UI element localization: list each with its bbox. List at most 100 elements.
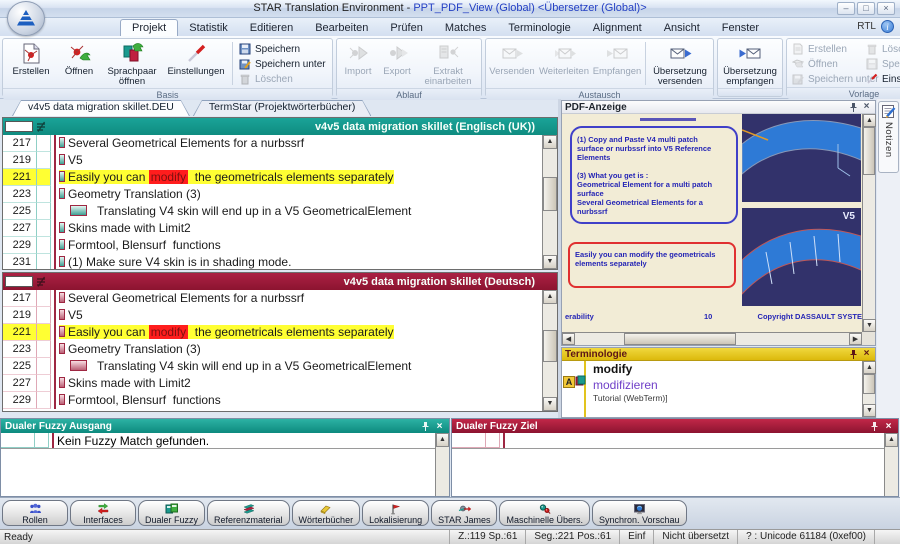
- scroll-thumb[interactable]: [863, 374, 875, 394]
- tab-matches[interactable]: Matches: [434, 20, 498, 36]
- source-rows[interactable]: 217 Several Geometrical Elements for a nu…: [3, 135, 542, 269]
- scroll-down-icon[interactable]: ▼: [543, 255, 557, 269]
- export-button[interactable]: Export: [377, 40, 417, 87]
- maschinelle-uebersetzung-button[interactable]: Maschinelle Übers.: [499, 500, 590, 526]
- sprachpaar-oeffnen-button[interactable]: Sprachpaar öffnen: [101, 40, 163, 87]
- import-button[interactable]: Import: [339, 40, 377, 87]
- pdf-horizontal-scrollbar[interactable]: ◀ ▶: [562, 332, 862, 345]
- scroll-down-icon[interactable]: ▼: [863, 404, 876, 417]
- uebersetzung-versenden-button[interactable]: Übersetzung versenden: [649, 40, 711, 87]
- segment-marker: [70, 360, 87, 371]
- tab-ansicht[interactable]: Ansicht: [653, 20, 711, 36]
- pin-icon[interactable]: [848, 102, 859, 113]
- source-term[interactable]: modify: [593, 362, 860, 376]
- tab-alignment[interactable]: Alignment: [582, 20, 653, 36]
- pin-icon[interactable]: [869, 421, 880, 432]
- scroll-right-icon[interactable]: ▶: [849, 333, 862, 345]
- terminology-body[interactable]: A modify modifizieren Tutorial (WebTerm)…: [562, 361, 862, 417]
- synchron-vorschau-button[interactable]: Synchron. Vorschau: [592, 500, 687, 526]
- scroll-thumb[interactable]: [624, 333, 736, 345]
- vorlage-speichern-unter-button[interactable]: Speichern unter: [789, 72, 879, 86]
- speichern-unter-button[interactable]: Speichern unter: [236, 57, 330, 71]
- doc-tab-language-pair[interactable]: v4v5 data migration skillet.DEU: [12, 100, 190, 116]
- oeffnen-button[interactable]: Öffnen: [57, 40, 101, 87]
- minimize-button[interactable]: –: [837, 2, 855, 15]
- fuzzy-target-body[interactable]: [452, 433, 884, 496]
- uebersetzung-empfangen-button[interactable]: Übersetzung empfangen: [720, 40, 780, 87]
- scroll-thumb[interactable]: [543, 330, 557, 362]
- scroll-up-icon[interactable]: ▲: [543, 290, 557, 304]
- close-button[interactable]: ×: [877, 2, 895, 15]
- vorlage-speichern-button[interactable]: Speichern: [863, 57, 900, 71]
- scroll-thumb[interactable]: [863, 127, 875, 175]
- fuzzy-target-header: Dualer Fuzzy Ziel ×: [452, 419, 898, 433]
- group-label-vorlage: Vorlage: [787, 87, 900, 99]
- vorlage-loeschen-button[interactable]: Löschen: [863, 42, 900, 56]
- einstellungen-button[interactable]: Einstellungen: [163, 40, 229, 87]
- source-vertical-scrollbar[interactable]: ▲ ▼: [542, 135, 557, 269]
- scroll-up-icon[interactable]: ▲: [885, 433, 898, 447]
- doc-tab-termstar[interactable]: TermStar (Projektwörterbücher): [193, 100, 371, 116]
- fuzzy-message: Kein Fuzzy Match gefunden.: [57, 434, 210, 448]
- rtl-toggle[interactable]: RTL: [857, 21, 876, 32]
- tab-terminologie[interactable]: Terminologie: [497, 20, 581, 36]
- pdf-vertical-scrollbar[interactable]: ▲ ▼: [862, 114, 876, 332]
- notes-tab[interactable]: Notizen: [878, 101, 899, 173]
- close-panel-icon[interactable]: ×: [861, 101, 872, 113]
- interfaces-button[interactable]: Interfaces: [70, 500, 136, 526]
- empfangen-button[interactable]: Empfangen: [592, 40, 642, 87]
- pdf-viewer-panel: PDF-Anzeige × (1) Copy and Paste V4 mult…: [561, 100, 876, 346]
- referenzmaterial-button[interactable]: Referenzmaterial: [207, 500, 290, 526]
- info-icon[interactable]: i: [881, 20, 894, 33]
- target-vertical-scrollbar[interactable]: ▲ ▼: [542, 290, 557, 411]
- versenden-button[interactable]: Versenden: [488, 40, 536, 87]
- rollen-button[interactable]: Rollen: [2, 500, 68, 526]
- maximize-button[interactable]: □: [857, 2, 875, 15]
- tab-projekt[interactable]: Projekt: [120, 19, 179, 36]
- scroll-up-icon[interactable]: ▲: [863, 361, 876, 374]
- scroll-up-icon[interactable]: ▲: [543, 135, 557, 149]
- scroll-up-icon[interactable]: ▲: [436, 433, 449, 447]
- pin-icon[interactable]: [848, 349, 859, 360]
- target-term-link[interactable]: modifizieren: [593, 378, 860, 392]
- terminology-scrollbar[interactable]: ▲ ▼: [862, 361, 876, 417]
- scroll-left-icon[interactable]: ◀: [562, 333, 575, 345]
- segment-row: 227 Skins made with Limit2: [3, 220, 542, 237]
- close-panel-icon[interactable]: ×: [861, 348, 872, 360]
- close-panel-icon[interactable]: ×: [434, 421, 445, 432]
- woerterbuecher-button[interactable]: Wörterbücher: [291, 500, 361, 526]
- tab-pruefen[interactable]: Prüfen: [379, 20, 433, 36]
- speichern-button[interactable]: Speichern: [236, 42, 330, 56]
- tab-bearbeiten[interactable]: Bearbeiten: [304, 20, 379, 36]
- target-rows[interactable]: 217 Several Geometrical Elements for a nu…: [3, 290, 542, 411]
- tab-fenster[interactable]: Fenster: [711, 20, 770, 36]
- loeschen-button[interactable]: Löschen: [236, 72, 330, 86]
- title-bar: STAR Translation Environment - PPT_PDF_V…: [0, 0, 900, 18]
- fuzzy-source-body[interactable]: Kein Fuzzy Match gefunden.: [1, 433, 435, 496]
- scroll-down-icon[interactable]: ▼: [543, 397, 557, 411]
- tab-editieren[interactable]: Editieren: [239, 20, 304, 36]
- pin-icon[interactable]: [420, 421, 431, 432]
- source-pane-title: v4v5 data migration skillet (Englisch (U…: [314, 120, 535, 133]
- fuzzy-target-scrollbar[interactable]: ▲: [884, 433, 898, 496]
- scroll-thumb[interactable]: [543, 177, 557, 211]
- scroll-up-icon[interactable]: ▲: [863, 114, 876, 127]
- pdf-screenshot-v4-surface: [742, 114, 861, 202]
- vorlage-oeffnen-button[interactable]: Öffnen: [789, 57, 863, 71]
- pdf-page[interactable]: (1) Copy and Paste V4 multi patch surfac…: [562, 114, 862, 332]
- dualer-fuzzy-button[interactable]: Dualer Fuzzy: [138, 500, 206, 526]
- notes-icon: [882, 105, 896, 118]
- tab-statistik[interactable]: Statistik: [178, 20, 239, 36]
- scroll-down-icon[interactable]: ▼: [863, 319, 876, 332]
- vorlage-erstellen-button[interactable]: Erstellen: [789, 42, 863, 56]
- application-menu-button[interactable]: [7, 1, 45, 36]
- vorlage-einstellungen-button[interactable]: Einstellungen: [863, 72, 900, 86]
- close-panel-icon[interactable]: ×: [883, 421, 894, 432]
- fuzzy-source-scrollbar[interactable]: ▲: [435, 433, 449, 496]
- terminology-gutter: [562, 361, 586, 417]
- extrakt-einarbeiten-button[interactable]: Extrakt einarbeiten: [417, 40, 479, 87]
- lokalisierung-button[interactable]: Lokalisierung: [362, 500, 430, 526]
- erstellen-button[interactable]: Erstellen: [5, 40, 57, 87]
- star-james-button[interactable]: STAR James: [431, 500, 498, 526]
- weiterleiten-button[interactable]: Weiterleiten: [536, 40, 592, 87]
